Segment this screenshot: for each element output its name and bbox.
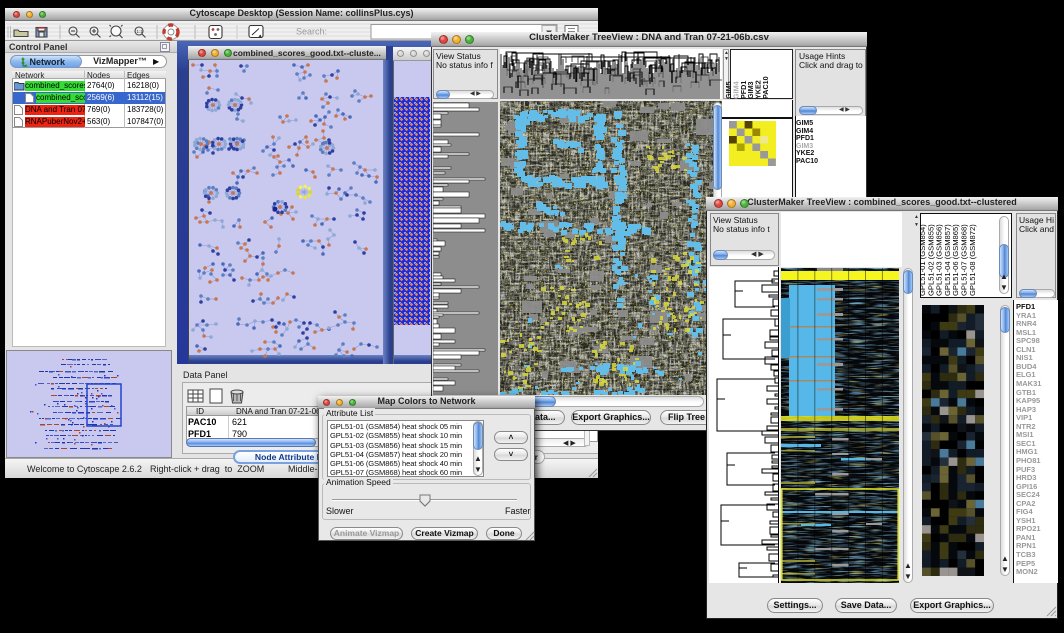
svg-text:1:1: 1:1 bbox=[137, 29, 144, 34]
svg-text:Search:: Search: bbox=[296, 27, 327, 37]
svg-text:PAC10: PAC10 bbox=[761, 76, 770, 99]
svg-text:GPL51-08 (GSM872): GPL51-08 (GSM872) bbox=[968, 224, 977, 296]
